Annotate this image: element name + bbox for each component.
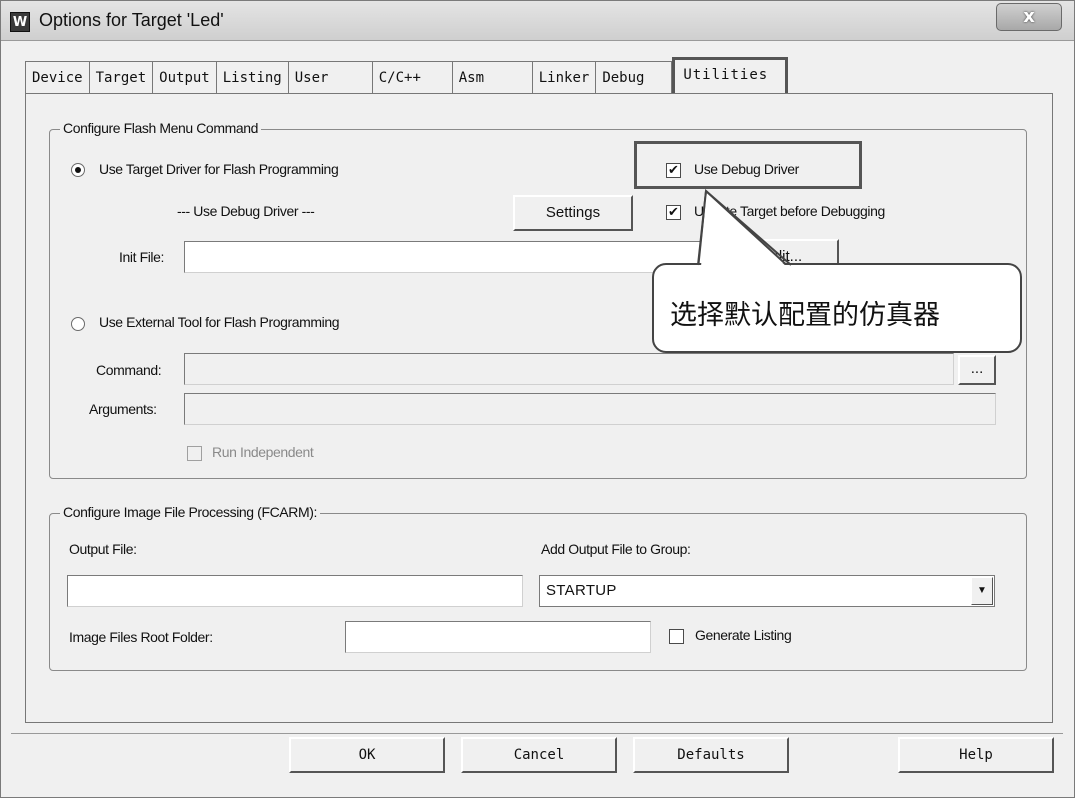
command-label: Command: [96,362,162,378]
tab-target[interactable]: Target [89,61,154,93]
debug-driver-note: --- Use Debug Driver --- [177,203,315,219]
group-dropdown[interactable]: STARTUP ▼ [539,575,995,607]
arguments-input[interactable] [185,394,995,424]
tab-strip: Device Target Output Listing User C/C++ … [25,57,789,93]
tab-debug[interactable]: Debug [596,61,673,93]
use-debug-driver-highlight [634,141,862,189]
flash-group-title: Configure Flash Menu Command [60,120,262,136]
tab-listing[interactable]: Listing [216,61,289,93]
annotation-callout: 选择默认配置的仿真器 [652,263,1022,353]
arguments-label: Arguments: [89,401,157,417]
options-dialog: W Options for Target 'Led' x Device Targ… [0,0,1075,798]
callout-text: 选择默认配置的仿真器 [670,300,940,331]
init-file-field[interactable] [184,241,720,273]
external-tool-radio[interactable] [71,317,85,331]
run-independent-checkbox[interactable] [187,446,202,461]
arguments-field[interactable] [184,393,996,425]
root-folder-field[interactable] [345,621,651,653]
ok-button[interactable]: OK [289,737,445,773]
update-target-checkbox[interactable]: ✔ [666,205,681,220]
root-folder-input[interactable] [346,622,650,652]
output-file-field[interactable] [67,575,523,607]
tab-output[interactable]: Output [153,61,217,93]
init-file-label: Init File: [119,249,165,265]
external-tool-label: Use External Tool for Flash Programming [99,314,340,330]
tab-user[interactable]: User [288,61,373,93]
tab-asm[interactable]: Asm [452,61,533,93]
command-field[interactable] [184,353,954,385]
output-file-input[interactable] [68,576,522,606]
root-folder-label: Image Files Root Folder: [69,629,213,645]
generate-listing-label: Generate Listing [695,627,792,643]
image-group-title: Configure Image File Processing (FCARM): [60,504,320,520]
app-icon: W [10,12,30,32]
generate-listing-checkbox[interactable] [669,629,684,644]
tab-device[interactable]: Device [25,61,90,93]
tab-linker[interactable]: Linker [532,61,597,93]
title-bar[interactable]: W Options for Target 'Led' x [1,1,1074,41]
group-dropdown-value: STARTUP [546,582,617,599]
browse-button[interactable]: ... [958,355,996,385]
add-group-label: Add Output File to Group: [541,541,691,557]
settings-button[interactable]: Settings [513,195,633,231]
target-driver-label: Use Target Driver for Flash Programming [99,161,339,177]
close-button[interactable]: x [996,3,1062,31]
update-target-label: Update Target before Debugging [694,203,885,219]
output-file-label: Output File: [69,541,137,557]
run-independent-label: Run Independent [212,444,314,460]
cancel-button[interactable]: Cancel [461,737,617,773]
window-title: Options for Target 'Led' [39,10,224,30]
tab-utilities[interactable]: Utilities [672,57,789,93]
target-driver-radio[interactable] [71,163,85,177]
command-input[interactable] [185,354,953,384]
defaults-button[interactable]: Defaults [633,737,789,773]
tab-c-cpp[interactable]: C/C++ [372,61,453,93]
help-button[interactable]: Help [898,737,1054,773]
chevron-down-icon[interactable]: ▼ [971,577,993,605]
button-bar-divider [11,733,1063,734]
init-file-input[interactable] [185,242,719,272]
